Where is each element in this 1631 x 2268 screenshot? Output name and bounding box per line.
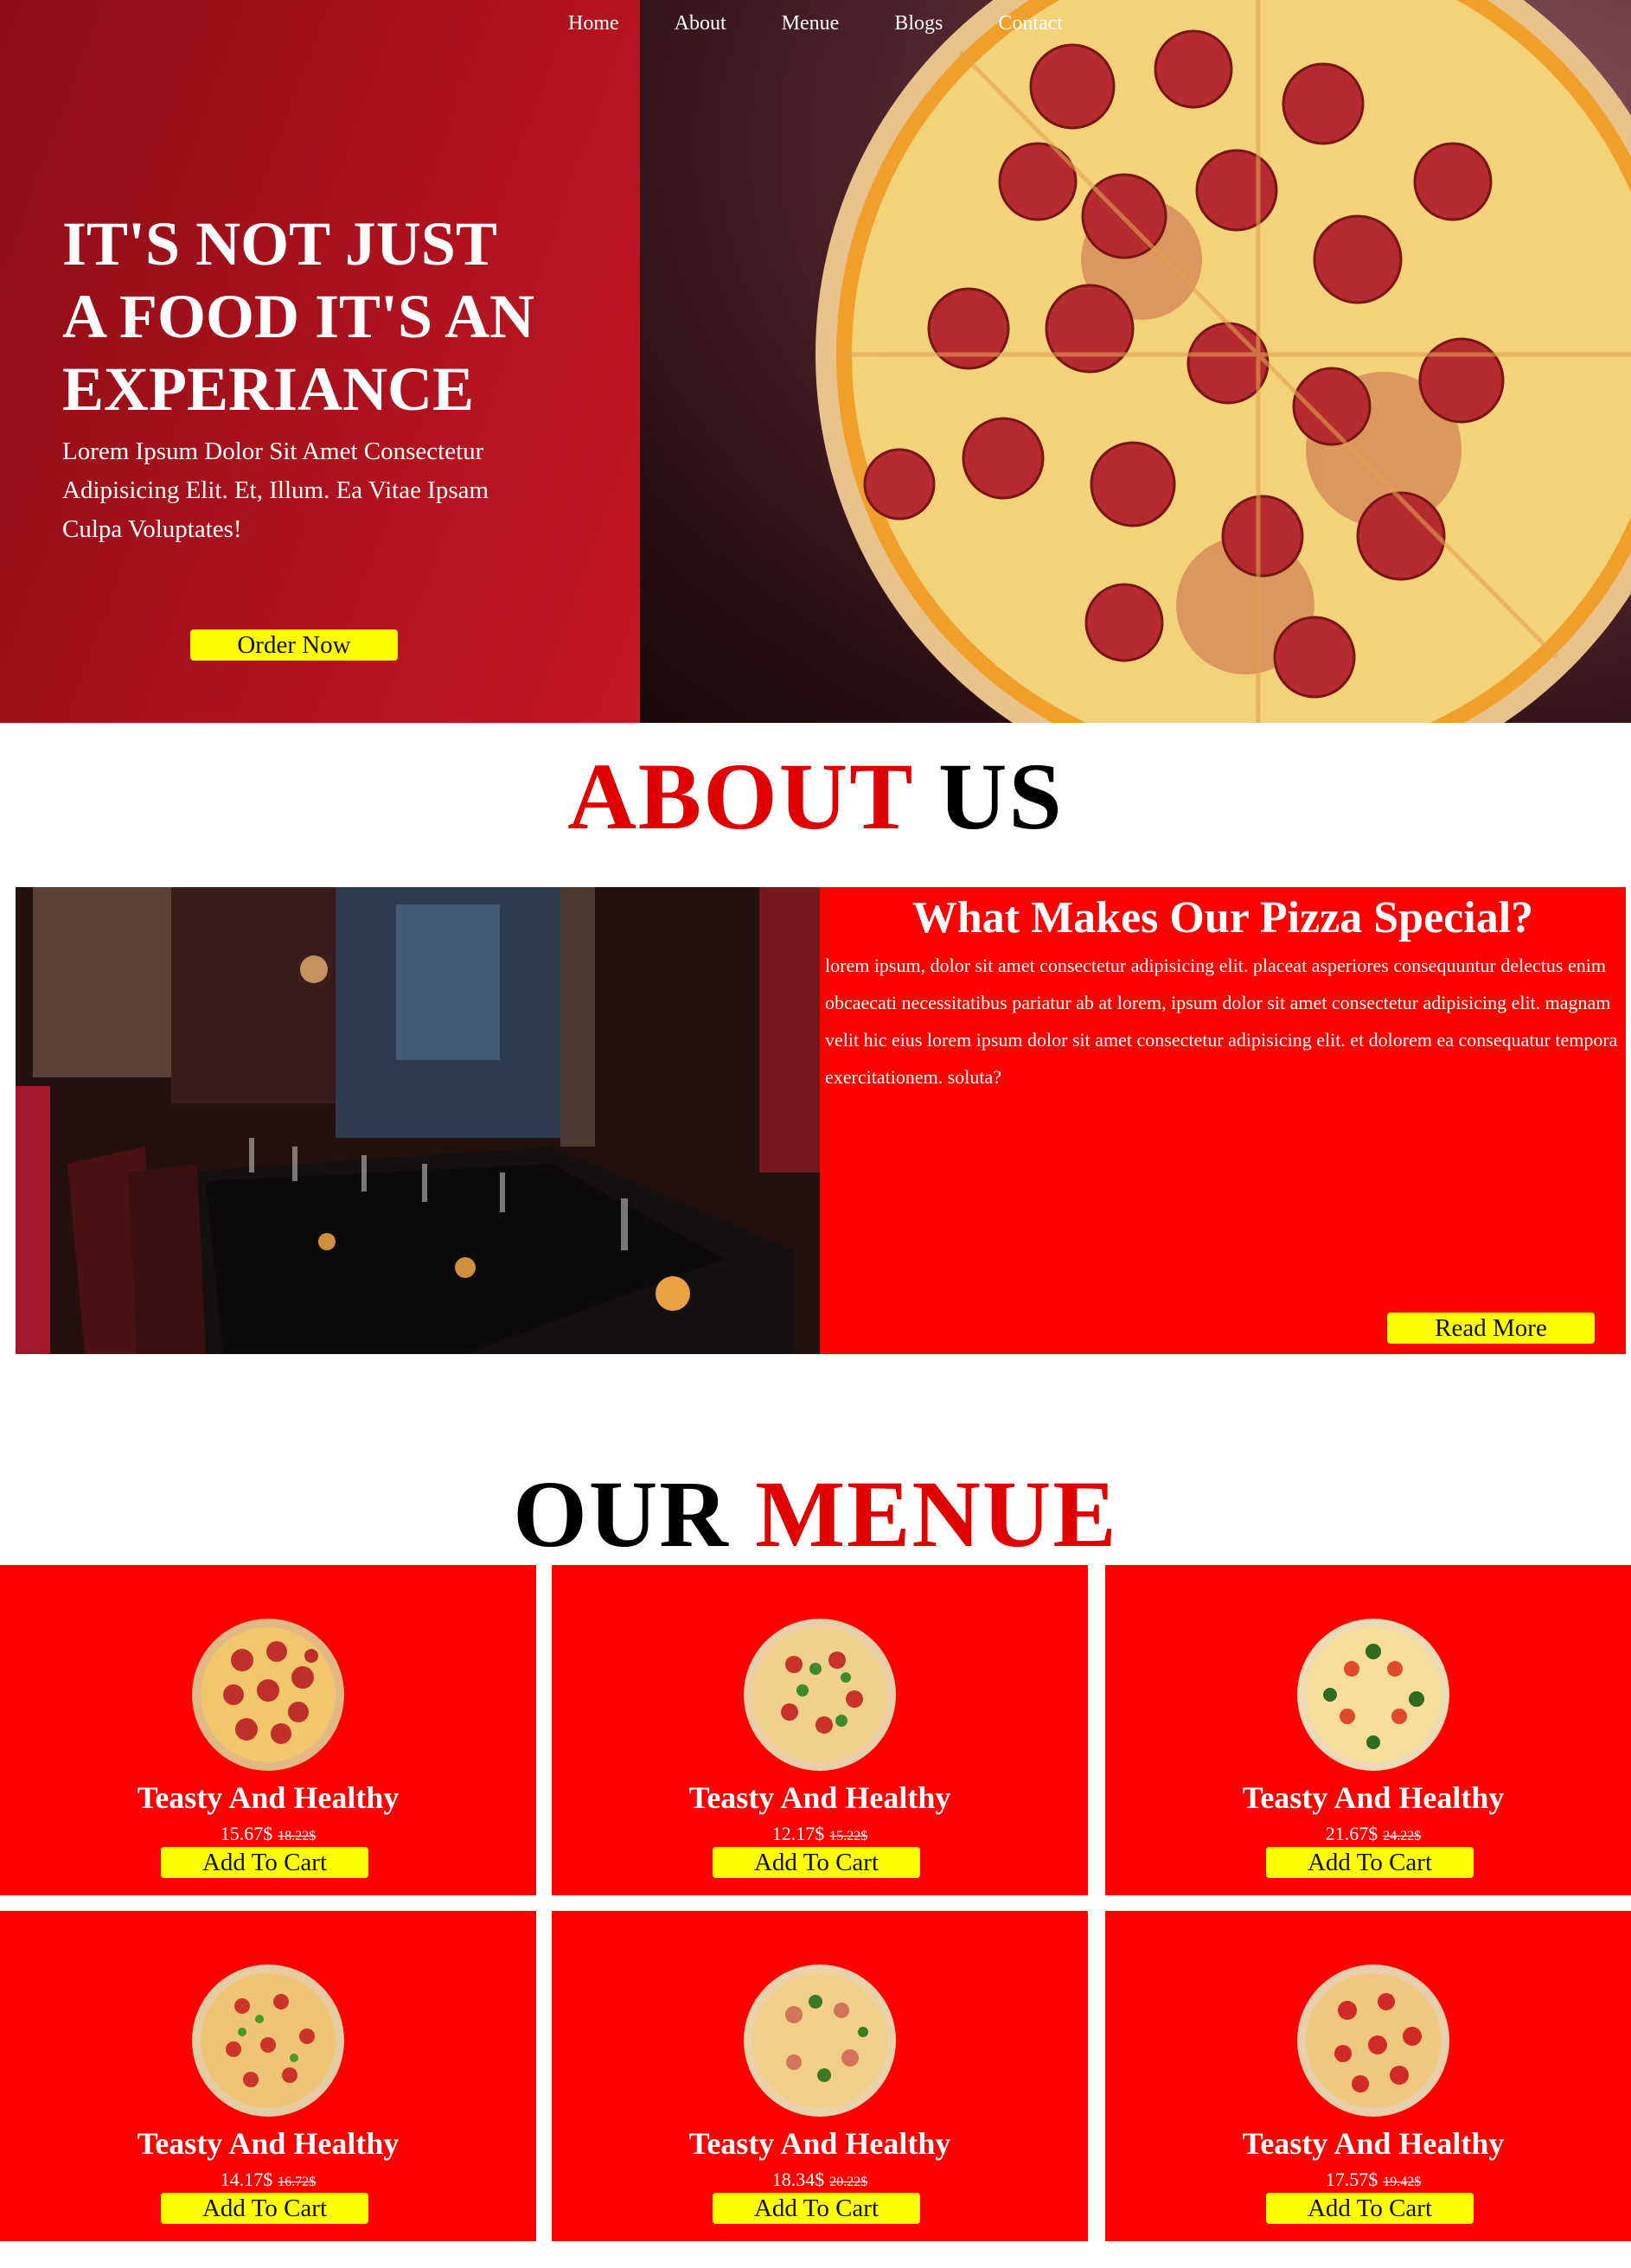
add-to-cart-button[interactable]: Add To Cart (1266, 2193, 1474, 2224)
pizza-image (1297, 1965, 1449, 2117)
menu-item-name: Teasty And Healthy (1242, 2126, 1505, 2161)
menu-item-old-price: 19.42$ (1383, 2175, 1422, 2189)
menu-item-old-price: 16.72$ (278, 2175, 317, 2189)
menu-card: Teasty And Healthy 15.67$ 18.22$ Add To C… (0, 1565, 536, 1895)
main-nav: Home About Menue Blogs Contact (0, 12, 1631, 35)
order-now-button[interactable]: Order Now (190, 629, 398, 661)
add-to-cart-button[interactable]: Add To Cart (161, 2193, 368, 2224)
menu-item-name: Teasty And Healthy (137, 2126, 400, 2161)
menu-card: Teasty And Healthy 18.34$ 20.22$ Add To C… (552, 1911, 1088, 2241)
menu-title-word-2: MENUE (755, 1461, 1118, 1567)
menu-item-name: Teasty And Healthy (688, 1780, 951, 1815)
menu-item-price: 21.67$ 24.22$ (1105, 1823, 1631, 1845)
pizza-image (744, 1619, 896, 1771)
menu-card: Teasty And Healthy 14.17$ 16.72$ Add To C… (0, 1911, 536, 2241)
about-info-box: What Makes Our Pizza Special? lorem ipsu… (820, 887, 1626, 1354)
hero-subtitle: Lorem Ipsum Dolor Sit Amet Consectetur A… (62, 438, 489, 543)
about-title-word-1: ABOUT (567, 744, 913, 849)
add-to-cart-button[interactable]: Add To Cart (161, 1847, 368, 1878)
add-to-cart-button[interactable]: Add To Cart (713, 1847, 920, 1878)
hero-pizza-image (640, 0, 1631, 723)
add-to-cart-button[interactable]: Add To Cart (713, 2193, 920, 2224)
menu-item-old-price: 18.22$ (278, 1829, 317, 1843)
menu-item-current-price: 12.17$ (771, 1823, 825, 1844)
nav-menue[interactable]: Menue (782, 12, 840, 35)
menu-item-old-price: 20.22$ (829, 2175, 868, 2189)
nav-about[interactable]: About (675, 12, 726, 35)
menu-item-current-price: 17.57$ (1325, 2169, 1378, 2190)
menu-item-name: Teasty And Healthy (1242, 1780, 1505, 1815)
menu-item-price: 17.57$ 19.42$ (1105, 2169, 1631, 2191)
menu-item-price: 14.17$ 16.72$ (0, 2169, 536, 2191)
nav-blogs[interactable]: Blogs (894, 12, 943, 35)
menu-card: Teasty And Healthy 12.17$ 15.22$ Add To C… (552, 1565, 1088, 1895)
menu-item-current-price: 21.67$ (1325, 1823, 1378, 1844)
menu-title-word-1: OUR (513, 1461, 730, 1567)
menu-item-price: 18.34$ 20.22$ (552, 2169, 1088, 2191)
about-text: lorem ipsum, dolor sit amet consectetur … (825, 955, 1618, 1088)
pizza-image (192, 1619, 344, 1771)
hero-text-block: IT'S NOT JUST A FOOD IT'S AN EXPERIANCE … (62, 208, 547, 549)
menu-item-old-price: 15.22$ (829, 1829, 868, 1843)
menu-item-price: 15.67$ 18.22$ (0, 1823, 536, 1845)
menu-card: Teasty And Healthy 21.67$ 24.22$ Add To C… (1105, 1565, 1631, 1895)
pizza-image (192, 1965, 344, 2117)
hero-section: Home About Menue Blogs Contact IT'S NOT … (0, 0, 1631, 723)
read-more-button[interactable]: Read More (1387, 1313, 1595, 1344)
about-title-word-2: US (938, 744, 1064, 849)
menu-card: Teasty And Healthy 17.57$ 19.42$ Add To C… (1105, 1911, 1631, 2241)
menu-item-name: Teasty And Healthy (137, 1780, 400, 1815)
add-to-cart-button[interactable]: Add To Cart (1266, 1847, 1474, 1878)
pizza-image (744, 1965, 896, 2117)
menu-item-old-price: 24.22$ (1383, 1829, 1422, 1843)
about-heading: What Makes Our Pizza Special? (911, 893, 1534, 942)
menu-item-name: Teasty And Healthy (688, 2126, 951, 2161)
nav-home[interactable]: Home (568, 12, 619, 35)
menu-title: OUR MENUE (0, 1460, 1631, 1569)
about-title: ABOUT US (0, 742, 1631, 852)
pizza-image (1297, 1619, 1449, 1771)
menu-item-current-price: 15.67$ (220, 1823, 273, 1844)
hero-title: IT'S NOT JUST A FOOD IT'S AN EXPERIANCE (62, 209, 535, 424)
nav-contact[interactable]: Contact (998, 12, 1063, 35)
restaurant-interior-image (16, 887, 820, 1354)
menu-item-current-price: 14.17$ (220, 2169, 273, 2190)
menu-item-price: 12.17$ 15.22$ (552, 1823, 1088, 1845)
menu-item-current-price: 18.34$ (771, 2169, 825, 2190)
